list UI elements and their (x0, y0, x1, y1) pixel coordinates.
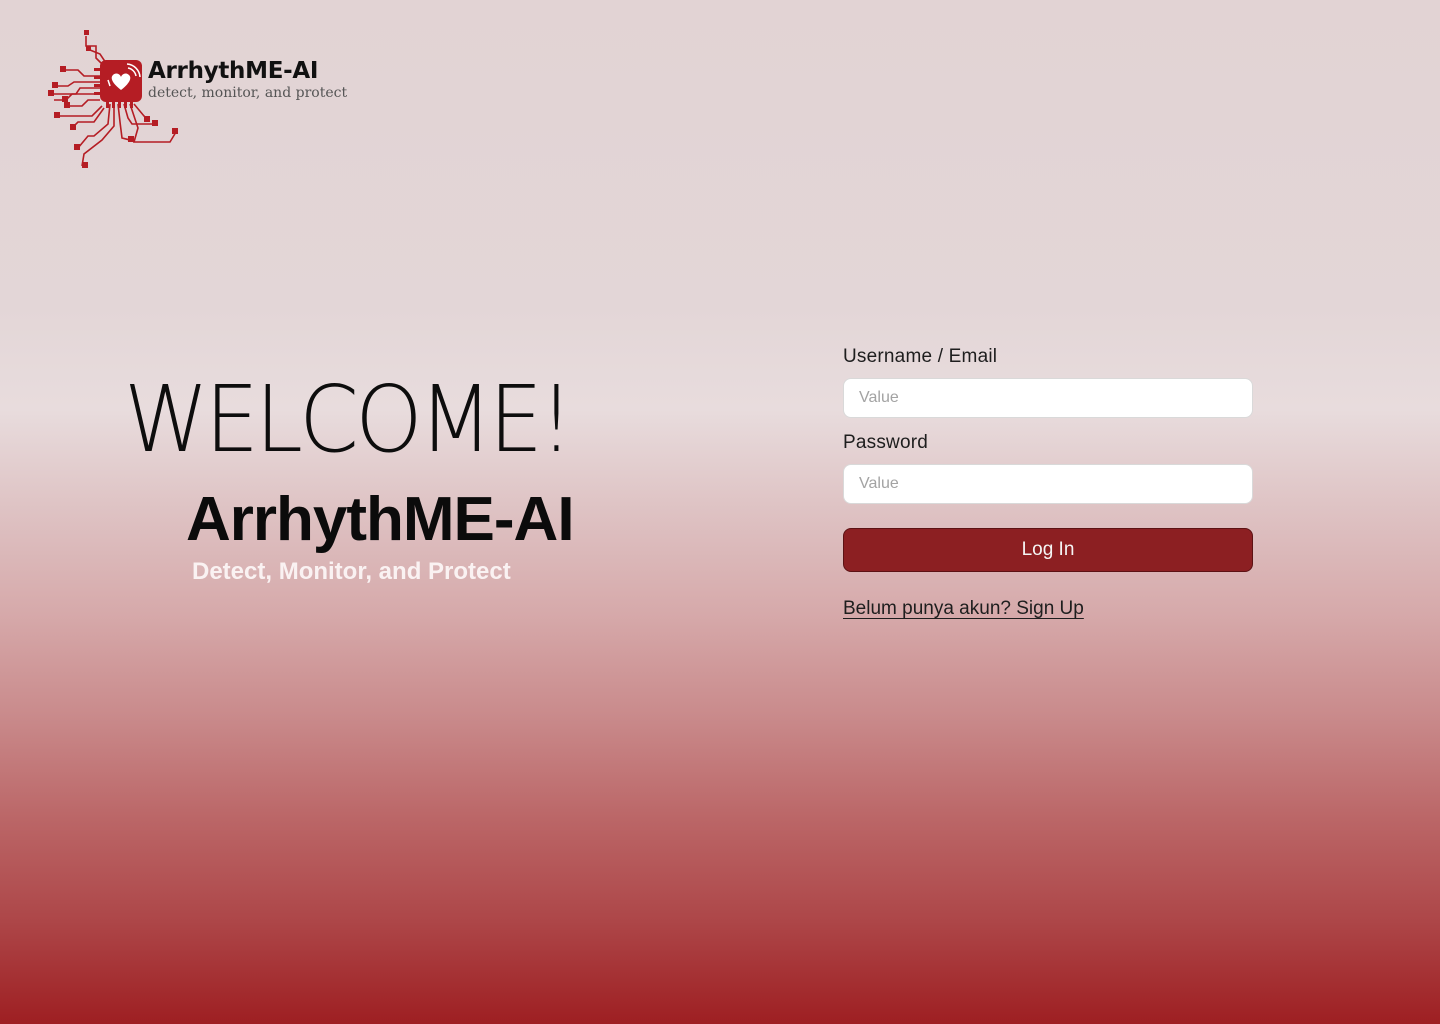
password-label: Password (843, 432, 929, 453)
hero-brand-name: ArrhythME-AI (186, 485, 575, 554)
circuit-heart-chip-icon (48, 30, 178, 168)
login-button[interactable]: Log In (843, 528, 1253, 572)
app-logo: ArrhythME-AI detect, monitor, and protec… (48, 28, 358, 174)
logo-tagline: detect, monitor, and protect (148, 85, 348, 101)
login-form: Username / Email Password Log In Belum p… (843, 346, 1253, 620)
hero-tagline: Detect, Monitor, and Protect (192, 558, 511, 585)
signup-link[interactable]: Belum punya akun? Sign Up (843, 598, 1084, 620)
logo-title: ArrhythME-AI (148, 58, 319, 84)
password-input[interactable] (843, 464, 1253, 504)
username-input[interactable] (843, 378, 1253, 418)
username-label: Username / Email (843, 346, 998, 367)
welcome-heading: WELCOME! (124, 366, 574, 473)
